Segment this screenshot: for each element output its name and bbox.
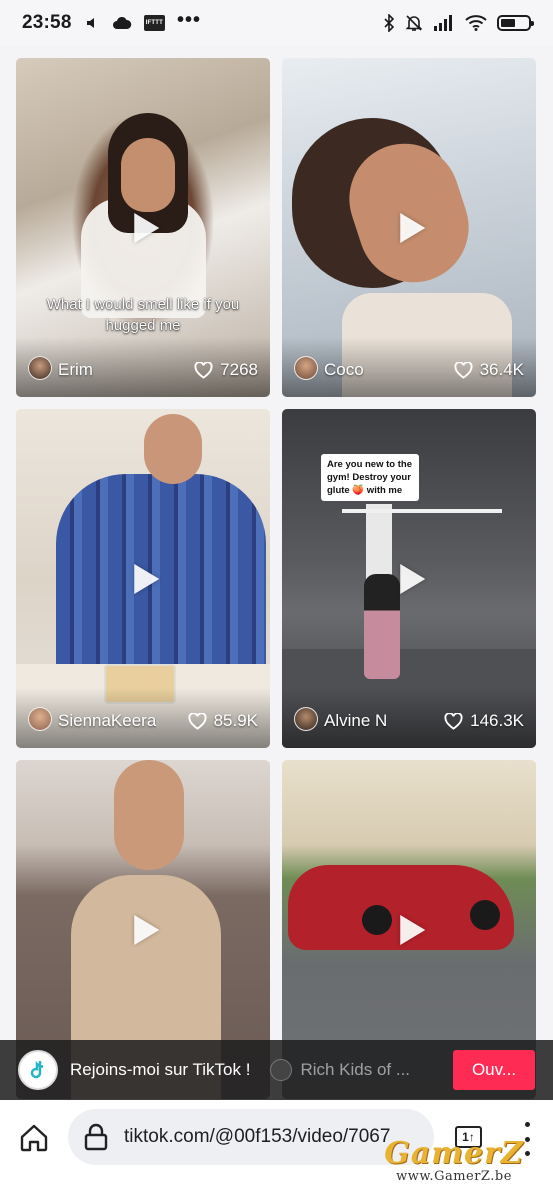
ceiling-light [342, 509, 502, 513]
username: SiennaKeera [58, 711, 157, 730]
screen: 23:58 IFTTT ••• What I would smell like … [0, 0, 553, 1200]
ifttt-icon: IFTTT [143, 15, 165, 31]
play-icon [400, 914, 426, 945]
home-icon[interactable] [18, 1122, 50, 1154]
face [121, 138, 175, 212]
video-caption: What I would smell like if you hugged me [46, 296, 240, 334]
open-app-button[interactable]: Ouv... [453, 1050, 535, 1090]
play-icon [134, 563, 160, 594]
like-count-value: 146.3K [470, 711, 524, 730]
like-count: 36.4K [454, 360, 524, 380]
music-note-icon [30, 1060, 44, 1079]
menu-dot [524, 1122, 530, 1127]
avatar [28, 356, 52, 380]
card-footer: Erim 7268 [16, 337, 270, 397]
url-text: tiktok.com/@00f153/video/7067 [124, 1126, 391, 1147]
more-icon: ••• [176, 9, 201, 31]
video-grid: What I would smell like if you hugged me… [16, 58, 536, 1099]
video-card[interactable]: Are you new to the gym! Destroy your glu… [282, 409, 536, 748]
cloud-icon [112, 16, 131, 29]
heart-icon [194, 361, 213, 379]
play-icon [400, 212, 426, 243]
like-count-value: 36.4K [479, 360, 524, 379]
play-icon [400, 563, 426, 594]
video-card[interactable]: Coco 36.4K [282, 58, 536, 397]
bluetooth-icon [384, 14, 395, 32]
next-video-preview: Rich Kids of ... [270, 1059, 410, 1081]
heart-icon [454, 361, 473, 379]
heart-icon [188, 712, 207, 730]
card-footer: Alvine N 146.3K [282, 688, 536, 748]
avatar [294, 356, 318, 380]
play-icon [134, 212, 160, 243]
watermark-brand: GamerZ [384, 1136, 524, 1171]
like-count: 146.3K [444, 711, 524, 731]
video-caption: Are you new to the gym! Destroy your glu… [321, 454, 419, 501]
wifi-icon [465, 15, 487, 31]
person [364, 574, 400, 679]
bell-off-icon [405, 15, 423, 31]
heart-icon [444, 712, 463, 730]
video-card[interactable]: SiennaKeera 85.9K [16, 409, 270, 748]
username: Alvine N [324, 711, 388, 730]
notification-icons: IFTTT ••• [86, 9, 201, 31]
banner-text: Rejoins-moi sur TikTok ! [70, 1060, 251, 1079]
battery-level [501, 19, 516, 27]
watermark-site: www.GamerZ.be [396, 1169, 512, 1184]
like-count-value: 85.9K [213, 711, 258, 730]
play-icon [134, 914, 160, 945]
like-count: 85.9K [188, 711, 258, 731]
system-icons [383, 14, 534, 32]
face [114, 760, 184, 870]
avatar [28, 707, 52, 731]
avatar [294, 707, 318, 731]
face [144, 414, 202, 484]
card-footer: SiennaKeera 85.9K [16, 688, 270, 748]
status-bar: 23:58 IFTTT ••• [0, 0, 553, 46]
tiktok-logo-icon [18, 1050, 58, 1090]
username: Erim [58, 360, 93, 379]
avatar [270, 1059, 293, 1081]
next-video-title: Rich Kids of ... [300, 1060, 411, 1079]
like-count: 7268 [194, 360, 258, 380]
open-app-banner[interactable]: Rejoins-moi sur TikTok ! Rich Kids of ..… [0, 1040, 553, 1100]
wheel [470, 900, 500, 930]
card-footer: Coco 36.4K [282, 337, 536, 397]
like-count-value: 7268 [220, 360, 258, 379]
signal-icon [434, 15, 452, 31]
username: Coco [324, 360, 364, 379]
lock-icon [84, 1123, 108, 1151]
clock: 23:58 [22, 12, 72, 33]
battery-icon [497, 15, 534, 31]
volume-muted-icon [86, 18, 94, 28]
watermark: GamerZ www.GamerZ.be [368, 1138, 540, 1184]
video-card[interactable]: What I would smell like if you hugged me… [16, 58, 270, 397]
wheel [362, 905, 392, 935]
